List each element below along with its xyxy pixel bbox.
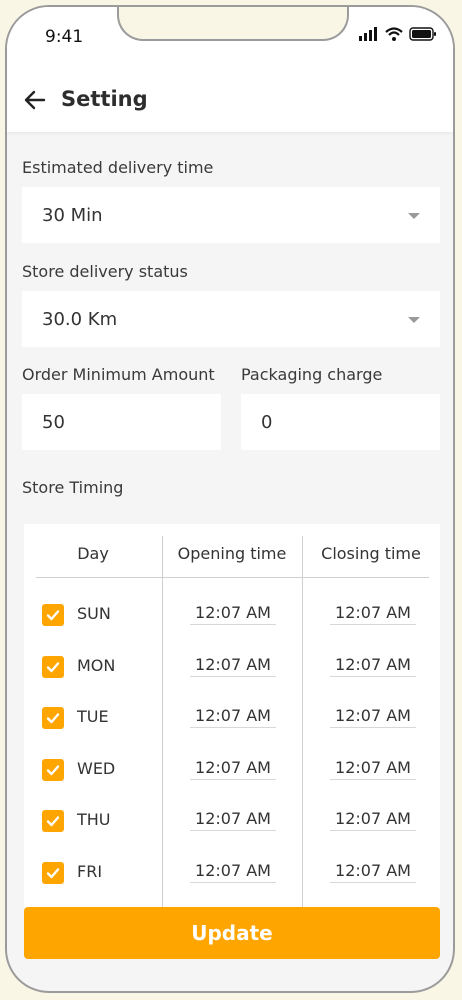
phone-frame: 9:41 Setting Estimated delivery time 30 … xyxy=(5,5,455,993)
day-name: FRI xyxy=(77,862,103,881)
closing-time[interactable]: 12:07 AM xyxy=(330,758,416,780)
day-name: WED xyxy=(77,759,116,778)
store-timing-table: Day Opening time Closing time SUN 12:07 … xyxy=(24,524,440,924)
status-bar: 9:41 xyxy=(7,7,453,67)
checkmark-icon xyxy=(46,816,60,827)
opening-time[interactable]: 12:07 AM xyxy=(190,758,276,780)
opening-time[interactable]: 12:07 AM xyxy=(190,861,276,883)
day-name: THU xyxy=(77,810,111,829)
closing-time[interactable]: 12:07 AM xyxy=(330,603,416,625)
opening-time[interactable]: 12:07 AM xyxy=(190,603,276,625)
status-time: 9:41 xyxy=(45,27,84,47)
checkmark-icon xyxy=(46,662,60,673)
battery-icon xyxy=(409,27,436,41)
day-checkbox[interactable] xyxy=(42,604,64,626)
day-name: TUE xyxy=(77,707,109,726)
system-icons xyxy=(359,27,437,41)
header-divider xyxy=(36,577,429,578)
signal-icon xyxy=(359,27,377,41)
packaging-input[interactable]: 0 xyxy=(241,394,440,450)
delivery-status-label: Store delivery status xyxy=(22,262,188,281)
day-name: MON xyxy=(77,656,116,675)
checkmark-icon xyxy=(46,868,60,879)
col-header-day: Day xyxy=(77,544,109,563)
checkmark-icon xyxy=(46,765,60,776)
app-header: Setting xyxy=(7,67,453,132)
delivery-status-value: 30.0 Km xyxy=(42,308,118,330)
wifi-icon xyxy=(385,27,403,41)
update-button[interactable]: Update xyxy=(24,907,440,959)
store-timing-label: Store Timing xyxy=(22,478,124,497)
notch xyxy=(117,7,349,41)
opening-time[interactable]: 12:07 AM xyxy=(190,809,276,831)
day-checkbox[interactable] xyxy=(42,862,64,884)
closing-time[interactable]: 12:07 AM xyxy=(330,809,416,831)
day-checkbox[interactable] xyxy=(42,759,64,781)
table-row: TUE 12:07 AM 12:07 AM xyxy=(24,702,440,742)
day-checkbox[interactable] xyxy=(42,810,64,832)
packaging-value: 0 xyxy=(261,411,273,433)
col-header-opening: Opening time xyxy=(177,544,287,563)
back-arrow-icon[interactable] xyxy=(22,87,48,113)
delivery-time-label: Estimated delivery time xyxy=(22,158,214,177)
delivery-time-select[interactable]: 30 Min xyxy=(22,187,440,243)
closing-time[interactable]: 12:07 AM xyxy=(330,655,416,677)
table-row: THU 12:07 AM 12:07 AM xyxy=(24,805,440,845)
table-row: SUN 12:07 AM 12:07 AM xyxy=(24,599,440,639)
min-amount-label: Order Minimum Amount xyxy=(22,365,215,384)
checkmark-icon xyxy=(46,713,60,724)
day-checkbox[interactable] xyxy=(42,656,64,678)
closing-time[interactable]: 12:07 AM xyxy=(330,706,416,728)
delivery-status-select[interactable]: 30.0 Km xyxy=(22,291,440,347)
chevron-down-icon xyxy=(408,317,420,323)
opening-time[interactable]: 12:07 AM xyxy=(190,706,276,728)
min-amount-value: 50 xyxy=(42,411,65,433)
packaging-label: Packaging charge xyxy=(241,365,383,384)
delivery-time-value: 30 Min xyxy=(42,204,103,226)
min-amount-input[interactable]: 50 xyxy=(22,394,221,450)
table-row: WED 12:07 AM 12:07 AM xyxy=(24,754,440,794)
closing-time[interactable]: 12:07 AM xyxy=(330,861,416,883)
chevron-down-icon xyxy=(408,213,420,219)
table-row: FRI 12:07 AM 12:07 AM xyxy=(24,857,440,897)
table-row: MON 12:07 AM 12:07 AM xyxy=(24,651,440,691)
col-header-closing: Closing time xyxy=(321,544,421,563)
opening-time[interactable]: 12:07 AM xyxy=(190,655,276,677)
checkmark-icon xyxy=(46,610,60,621)
page-title: Setting xyxy=(61,87,148,111)
day-name: SUN xyxy=(77,604,111,623)
day-checkbox[interactable] xyxy=(42,707,64,729)
